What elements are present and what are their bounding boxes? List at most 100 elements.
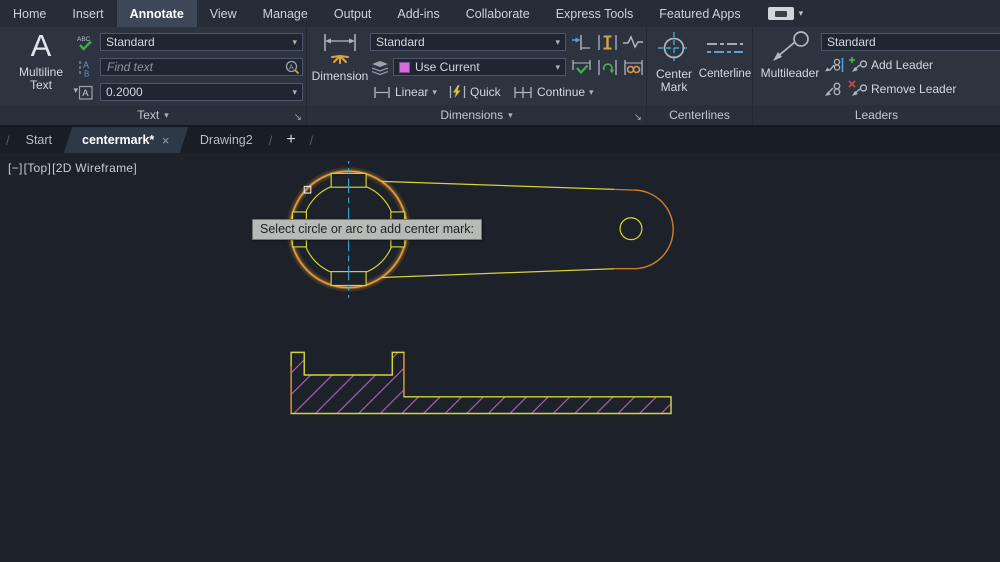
- tab-home[interactable]: Home: [0, 0, 59, 27]
- file-tab-start[interactable]: Start: [16, 127, 62, 153]
- chevron-down-icon[interactable]: ▾: [432, 87, 437, 98]
- tab-annotate[interactable]: Annotate: [116, 0, 197, 27]
- mleader-style-combo[interactable]: Standard: [821, 33, 1000, 51]
- add-leader-icon[interactable]: [848, 56, 868, 74]
- multiline-text-label: Multiline Text: [18, 65, 63, 92]
- multiline-text-button[interactable]: A Multiline Text ▾: [8, 28, 78, 96]
- svg-text:B: B: [84, 70, 89, 79]
- text-height-combo[interactable]: 0.2000 ▾: [100, 83, 303, 101]
- dimension-button[interactable]: Dimension: [311, 31, 369, 83]
- continue-dimension-icon: [513, 86, 533, 99]
- file-tab-bar: / Start centermark* × Drawing2 / + /: [0, 125, 1000, 153]
- chevron-down-icon[interactable]: ▾: [799, 8, 804, 19]
- align-leaders-icon[interactable]: [824, 57, 844, 74]
- text-style-combo[interactable]: Standard ▾: [100, 33, 303, 51]
- spell-check-icon[interactable]: ABC: [76, 34, 95, 53]
- leaders-panel-footer: Leaders: [753, 105, 1000, 125]
- dim-layer-combo[interactable]: Use Current ▾: [393, 58, 566, 76]
- centerline-icon: [706, 38, 744, 60]
- text-height-value: 0.2000: [106, 85, 143, 99]
- tab-insert[interactable]: Insert: [59, 0, 116, 27]
- remove-leader-icon[interactable]: [848, 80, 868, 98]
- tab-view[interactable]: View: [197, 0, 250, 27]
- panel-centerlines: Center Mark Centerline Centerlines: [646, 27, 752, 125]
- mleader-style-value: Standard: [827, 35, 876, 49]
- file-tab-label: centermark*: [82, 133, 155, 147]
- upper-tangent-line[interactable]: [381, 180, 615, 191]
- collect-leaders-icon[interactable]: [824, 81, 844, 98]
- file-tab-centermark-active[interactable]: centermark* ×: [63, 127, 189, 153]
- tab-collaborate[interactable]: Collaborate: [453, 0, 543, 27]
- upper-tangent-orange-tip[interactable]: [614, 188, 634, 191]
- multileader-button[interactable]: Multileader: [759, 30, 821, 80]
- section-profile[interactable]: [290, 351, 672, 415]
- chevron-down-icon: ▾: [164, 109, 169, 120]
- quick-dimension-button[interactable]: Quick: [449, 83, 501, 101]
- ribbon-tab-bar: Home Insert Annotate View Manage Output …: [0, 0, 1000, 27]
- update-dimension-icon[interactable]: [596, 58, 619, 77]
- layers-icon: [370, 59, 390, 76]
- text-height-icon[interactable]: A: [77, 84, 94, 101]
- tab-add-ins[interactable]: Add-ins: [384, 0, 452, 27]
- dim-style-value: Standard: [376, 35, 425, 49]
- drawing-entities: [281, 161, 674, 415]
- center-mark-label: Center Mark: [655, 67, 693, 94]
- centerline-label: Centerline: [698, 68, 752, 80]
- file-tab-drawing2[interactable]: Drawing2: [190, 127, 263, 153]
- reassociate-dimension-icon[interactable]: [622, 58, 645, 77]
- find-text-search-icon[interactable]: A: [285, 60, 300, 75]
- small-end-circle[interactable]: [619, 217, 643, 241]
- tab-separator: /: [6, 132, 10, 148]
- dimensions-dialog-launcher-icon[interactable]: ↘: [634, 113, 642, 123]
- tab-express-tools[interactable]: Express Tools: [543, 0, 647, 27]
- find-text-input[interactable]: [100, 58, 303, 76]
- svg-text:ABC: ABC: [77, 36, 91, 43]
- ribbon-toggle-icon: [774, 10, 787, 17]
- linear-dimension-icon: [373, 86, 391, 99]
- adjust-space-icon[interactable]: [596, 33, 619, 52]
- quick-dimension-icon: [449, 85, 466, 99]
- multiline-text-icon: A: [30, 28, 52, 63]
- text-panel-title: Text: [137, 108, 160, 122]
- dimension-break-icon[interactable]: [570, 33, 593, 52]
- autocad-window: Home Insert Annotate View Manage Output …: [0, 0, 1000, 562]
- text-dialog-launcher-icon[interactable]: ↘: [294, 113, 302, 123]
- tab-separator: /: [268, 132, 273, 148]
- remove-leader-button[interactable]: Remove Leader: [871, 82, 956, 96]
- center-mark-button[interactable]: Center Mark: [650, 31, 698, 94]
- lever-end-arc[interactable]: [633, 189, 674, 270]
- new-drawing-tab-button[interactable]: +: [278, 127, 303, 153]
- centerlines-panel-title: Centerlines: [669, 108, 730, 122]
- layer-color-swatch: [399, 61, 410, 73]
- text-panel-footer[interactable]: Text ▾: [0, 105, 306, 125]
- continue-dimension-button[interactable]: Continue ▾: [513, 83, 594, 101]
- svg-text:A: A: [83, 60, 89, 70]
- add-leader-button[interactable]: Add Leader: [871, 58, 933, 72]
- quick-label: Quick: [470, 85, 501, 99]
- tab-manage[interactable]: Manage: [250, 0, 321, 27]
- text-style-icon[interactable]: A B: [78, 59, 95, 78]
- dimension-label: Dimension: [311, 69, 369, 83]
- centerlines-panel-footer: Centerlines: [647, 105, 752, 125]
- svg-text:A: A: [289, 63, 294, 72]
- dimension-icon: [321, 31, 359, 67]
- text-style-value: Standard: [106, 35, 155, 49]
- ribbon-display-toggle-button[interactable]: [767, 7, 794, 20]
- centerline-button[interactable]: Centerline: [699, 31, 751, 81]
- multileader-icon: [769, 30, 811, 64]
- dim-style-combo[interactable]: Standard ▾: [370, 33, 566, 51]
- jog-line-icon[interactable]: [622, 34, 644, 50]
- chevron-down-icon: ▾: [555, 36, 560, 47]
- dimensions-panel-footer[interactable]: Dimensions ▾: [307, 105, 646, 125]
- chevron-down-icon[interactable]: ▾: [589, 87, 594, 98]
- tab-featured-apps[interactable]: Featured Apps: [646, 0, 753, 27]
- tab-output[interactable]: Output: [321, 0, 385, 27]
- inspect-dimension-icon[interactable]: [570, 58, 593, 77]
- close-icon[interactable]: ×: [162, 133, 170, 148]
- lower-tangent-line[interactable]: [382, 268, 615, 279]
- chevron-down-icon: ▾: [508, 109, 513, 120]
- chevron-down-icon: ▾: [292, 36, 297, 47]
- linear-dimension-button[interactable]: Linear ▾: [373, 83, 437, 101]
- remove-leader-label: Remove Leader: [871, 82, 957, 96]
- model-space-canvas[interactable]: [−][Top][2D Wireframe] Select circle or …: [0, 153, 1000, 562]
